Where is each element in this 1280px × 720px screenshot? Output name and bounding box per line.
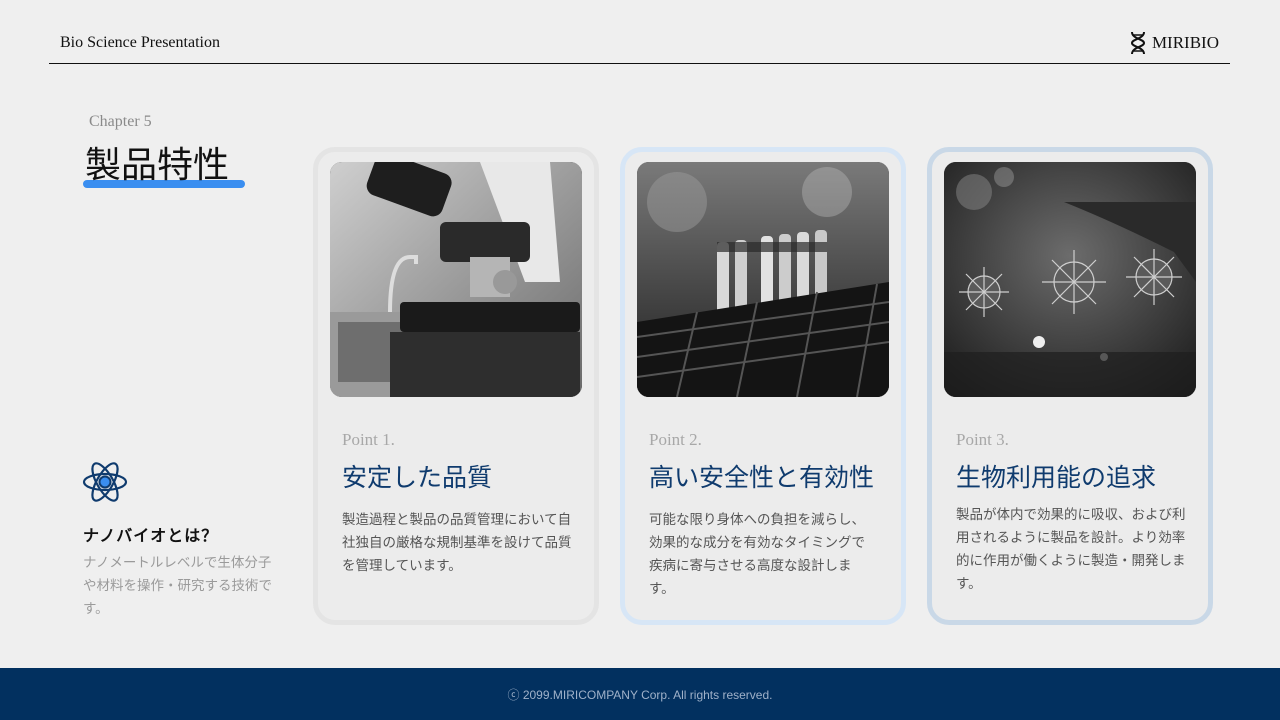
card-title: 安定した品質 [342,463,493,492]
nanobio-description: ナノメートルレベルで生体分子や材料を操作・研究する技術です。 [83,555,272,617]
header: Bio Science Presentation MIRIBIO [49,0,1230,64]
test-tubes-photo [637,162,889,397]
footer: ⓒ 2099.MIRICOMPANY Corp. All rights rese… [0,668,1280,720]
card-description: 可能な限り身体への負担を減らし、効果的な成分を有効なタイミングで疾病に寄与させる… [649,512,865,597]
nanobio-heading: ナノバイオとは？ [83,526,219,545]
copyright-text: ⓒ 2099.MIRICOMPANY Corp. All rights rese… [507,688,773,702]
feature-card-2: Point 2. 高い安全性と有効性 可能な限り身体への負担を減らし、効果的な成… [620,147,906,625]
microscope-photo [330,162,582,397]
point-label: Point 2. [649,430,702,449]
chapter-label: Chapter 5 [89,113,152,130]
brand-name: MIRIBIO [1151,33,1219,52]
card-title: 高い安全性と有効性 [649,463,875,492]
card-description: 製品が体内で効果的に吸収、および利用されるように製品を設計。より効率的に作用が働… [956,507,1186,592]
point-label: Point 1. [342,430,395,449]
page-title: 製品特性 [85,145,230,186]
brand-logo: MIRIBIO [1128,31,1219,55]
presentation-title: Bio Science Presentation [60,34,220,51]
feature-card-1: Point 1. 安定した品質 製造過程と製品の品質管理において自社独自の厳格な… [313,147,599,625]
virus-particles-photo [944,162,1196,397]
point-label: Point 3. [956,430,1009,449]
dna-icon [1130,31,1145,55]
atom-icon [82,462,128,502]
card-title: 生物利用能の追求 [956,463,1157,492]
card-description: 製造過程と製品の品質管理において自社独自の厳格な規制基準を設けて品質を管理してい… [342,512,572,574]
feature-card-3: Point 3. 生物利用能の追求 製品が体内で効果的に吸収、および利用されるよ… [927,147,1213,625]
